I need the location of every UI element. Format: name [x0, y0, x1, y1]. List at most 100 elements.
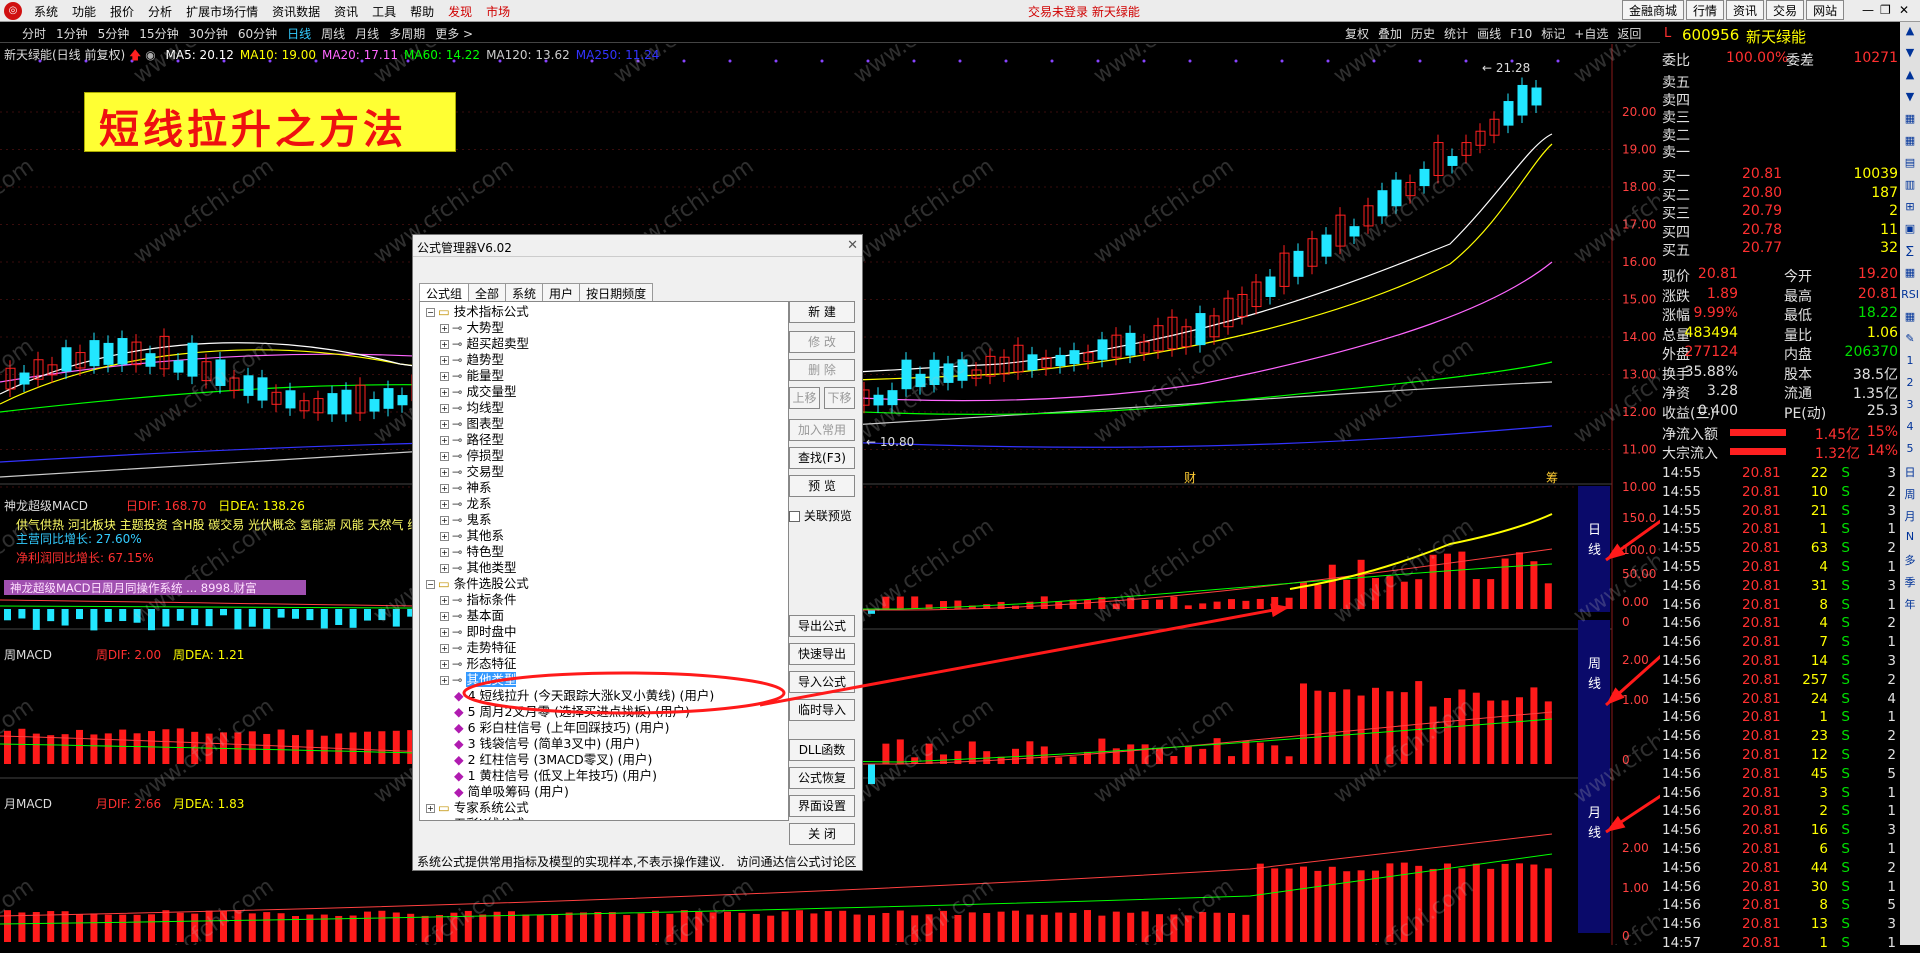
tree-node-23[interactable]: + ⊸ 其他类型 — [440, 672, 517, 688]
tree-node-7[interactable]: + ⊸ 图表型 — [440, 416, 504, 432]
dialog-tab-3[interactable]: 用户 — [542, 283, 581, 303]
tree-node-2[interactable]: + ⊸ 超买超卖型 — [440, 336, 529, 352]
collapse-icon[interactable]: − — [426, 308, 435, 317]
menu-item-7[interactable]: 工具 — [372, 5, 396, 19]
side-icon-11[interactable]: ▦ — [1901, 266, 1919, 286]
expand-icon[interactable]: + — [440, 676, 449, 685]
tree-node-25[interactable]: ◆ 5 周月2叉月零 (选择买进点找板) (用户) — [454, 704, 690, 720]
menu-red-item-0[interactable]: 发现 — [448, 5, 472, 19]
dialog-button-12[interactable]: DLL函数 — [789, 739, 855, 761]
tree-node-20[interactable]: + ⊸ 即时盘中 — [440, 624, 516, 640]
top-button-0[interactable]: 金融商城 — [1622, 0, 1685, 20]
tree-node-14[interactable]: + ⊸ 其他系 — [440, 528, 504, 544]
period-tab-1[interactable]: 1分钟 — [56, 27, 88, 41]
menu-item-5[interactable]: 资讯数据 — [272, 5, 320, 19]
dialog-button-15[interactable]: 关 闭 — [789, 823, 855, 845]
dialog-button-2[interactable]: 删 除 — [789, 359, 855, 381]
expand-icon[interactable]: + — [440, 340, 449, 349]
dialog-button-9[interactable]: 快速导出 — [789, 643, 855, 665]
settings-icon[interactable]: ◉ — [145, 48, 155, 62]
dialog-tab-1[interactable]: 全部 — [468, 283, 507, 303]
period-tab-4[interactable]: 30分钟 — [189, 27, 228, 41]
side-icon-24[interactable]: 多 — [1901, 552, 1919, 572]
tree-node-19[interactable]: + ⊸ 基本面 — [440, 608, 504, 624]
period-tab-10[interactable]: 更多 > — [435, 27, 473, 41]
tree-node-0[interactable]: − ▭ 技术指标公式 — [426, 304, 529, 320]
expand-icon[interactable]: + — [440, 660, 449, 669]
tree-node-18[interactable]: + ⊸ 指标条件 — [440, 592, 516, 608]
tool-button-5[interactable]: F10 — [1510, 27, 1532, 41]
menu-item-0[interactable]: 系统 — [34, 5, 58, 19]
period-tab-8[interactable]: 月线 — [355, 27, 379, 41]
expand-icon[interactable]: + — [440, 452, 449, 461]
menu-item-8[interactable]: 帮助 — [410, 5, 434, 19]
menu-item-3[interactable]: 分析 — [148, 5, 172, 19]
side-icon-0[interactable]: ▲ — [1901, 24, 1919, 44]
tree-node-4[interactable]: + ⊸ 能量型 — [440, 368, 504, 384]
side-icon-1[interactable]: ▼ — [1901, 46, 1919, 66]
expand-icon[interactable]: + — [440, 532, 449, 541]
side-icon-14[interactable]: ✎ — [1901, 332, 1919, 352]
expand-icon[interactable]: + — [440, 596, 449, 605]
side-icon-9[interactable]: ▣ — [1901, 222, 1919, 242]
dialog-button-14[interactable]: 界面设置 — [789, 795, 855, 817]
period-tab-5[interactable]: 60分钟 — [238, 27, 277, 41]
dialog-tab-0[interactable]: 公式组 — [419, 283, 470, 303]
side-icon-18[interactable]: 4 — [1901, 420, 1919, 440]
tree-node-13[interactable]: + ⊸ 鬼系 — [440, 512, 491, 528]
side-icon-15[interactable]: 1 — [1901, 354, 1919, 374]
expand-icon[interactable]: + — [440, 404, 449, 413]
side-icon-20[interactable]: 日 — [1901, 464, 1919, 484]
maximize-button[interactable]: ❐ — [1880, 3, 1891, 17]
side-icon-25[interactable]: 季 — [1901, 574, 1919, 594]
dialog-button-11[interactable]: 临时导入 — [789, 699, 855, 721]
dialog-button-13[interactable]: 公式恢复 — [789, 767, 855, 789]
expand-icon[interactable]: + — [440, 564, 449, 573]
dialog-tab-4[interactable]: 按日期频度 — [579, 283, 654, 303]
side-icon-2[interactable]: ▲ — [1901, 68, 1919, 88]
tree-node-3[interactable]: + ⊸ 趋势型 — [440, 352, 504, 368]
tool-button-0[interactable]: 复权 — [1345, 27, 1369, 41]
status-right-link[interactable]: 访问通达信公式讨论区 — [736, 855, 856, 869]
tool-button-4[interactable]: 画线 — [1477, 27, 1501, 41]
top-button-3[interactable]: 交易 — [1766, 0, 1805, 20]
expand-icon[interactable]: + — [440, 628, 449, 637]
expand-icon[interactable]: + — [440, 372, 449, 381]
side-icon-16[interactable]: 2 — [1901, 376, 1919, 396]
menu-item-2[interactable]: 报价 — [110, 5, 134, 19]
side-icon-12[interactable]: RSI — [1901, 288, 1919, 308]
tool-button-6[interactable]: 标记 — [1541, 27, 1565, 41]
expand-icon[interactable]: + — [440, 420, 449, 429]
tree-node-21[interactable]: + ⊸ 走势特征 — [440, 640, 516, 656]
tree-node-9[interactable]: + ⊸ 停损型 — [440, 448, 504, 464]
tree-node-16[interactable]: + ⊸ 其他类型 — [440, 560, 516, 576]
dialog-tab-2[interactable]: 系统 — [505, 283, 544, 303]
tree-node-5[interactable]: + ⊸ 成交量型 — [440, 384, 516, 400]
period-tab-3[interactable]: 15分钟 — [139, 27, 178, 41]
expand-icon[interactable]: + — [440, 356, 449, 365]
side-icon-10[interactable]: ∑ — [1901, 244, 1919, 264]
top-button-2[interactable]: 资讯 — [1726, 0, 1765, 20]
tree-node-28[interactable]: ◆ 2 红柱信号 (3MACD零叉) (用户) — [454, 752, 652, 768]
tool-button-7[interactable]: +自选 — [1574, 27, 1608, 41]
period-tab-6[interactable]: 日线 — [287, 27, 311, 41]
side-icon-4[interactable]: ▦ — [1901, 112, 1919, 132]
tree-node-24[interactable]: ◆ 4 短线拉升 (今天跟踪大涨k叉小黄线) (用户) — [454, 688, 714, 704]
expand-icon[interactable]: + — [440, 484, 449, 493]
tree-node-6[interactable]: + ⊸ 均线型 — [440, 400, 504, 416]
tree-node-32[interactable]: +▭ 五彩K线公式 — [426, 816, 525, 820]
formula-tree[interactable]: − ▭ 技术指标公式 + ⊸ 大势型 + ⊸ 超买超卖型 + ⊸ 趋势型 + ⊸ 能量型 + ⊸ 成交… — [419, 301, 789, 821]
side-icon-6[interactable]: ▤ — [1901, 156, 1919, 176]
expand-icon[interactable]: + — [440, 388, 449, 397]
collapse-icon[interactable]: − — [426, 580, 435, 589]
side-icon-17[interactable]: 3 — [1901, 398, 1919, 418]
dialog-button-3[interactable]: 上移 — [789, 387, 820, 409]
side-icon-21[interactable]: 周 — [1901, 486, 1919, 506]
close-button[interactable]: ✕ — [1899, 3, 1909, 17]
tree-node-11[interactable]: + ⊸ 神系 — [440, 480, 491, 496]
tree-node-27[interactable]: ◆ 3 钱袋信号 (简单3叉中) (用户) — [454, 736, 640, 752]
side-icon-3[interactable]: ▼ — [1901, 90, 1919, 110]
expand-icon[interactable]: + — [440, 516, 449, 525]
expand-icon[interactable]: + — [440, 500, 449, 509]
tree-node-10[interactable]: + ⊸ 交易型 — [440, 464, 504, 480]
